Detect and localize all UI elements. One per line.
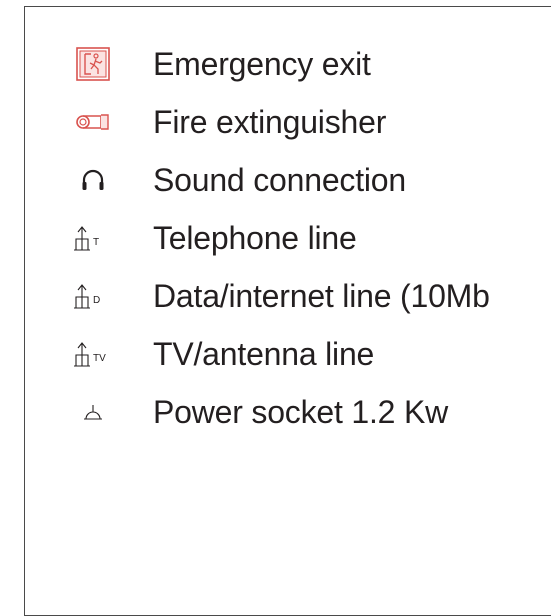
svg-text:T: T <box>93 237 99 248</box>
legend-label: Fire extinguisher <box>153 103 387 140</box>
legend-label: Telephone line <box>153 219 357 256</box>
legend-label: TV/antenna line <box>153 335 375 372</box>
svg-text:TV: TV <box>93 353 106 364</box>
legend-label: Sound connection <box>153 161 407 198</box>
headphones-icon <box>69 160 117 200</box>
emergency-exit-icon <box>69 44 117 84</box>
svg-text:D: D <box>93 295 100 306</box>
legend-label: Power socket 1.2 Kw <box>153 393 448 430</box>
tv-antenna-line-icon: TV <box>69 334 117 374</box>
telephone-line-icon: T <box>69 218 117 258</box>
data-line-icon: D <box>69 276 117 316</box>
legend-label: Data/internet line (10Mb <box>153 277 490 314</box>
fire-extinguisher-icon <box>69 102 117 142</box>
power-socket-icon <box>69 392 117 432</box>
legend-label: Emergency exit <box>153 45 371 82</box>
legend-panel: Emergency exit Fire extinguisher Sound c… <box>24 6 551 616</box>
